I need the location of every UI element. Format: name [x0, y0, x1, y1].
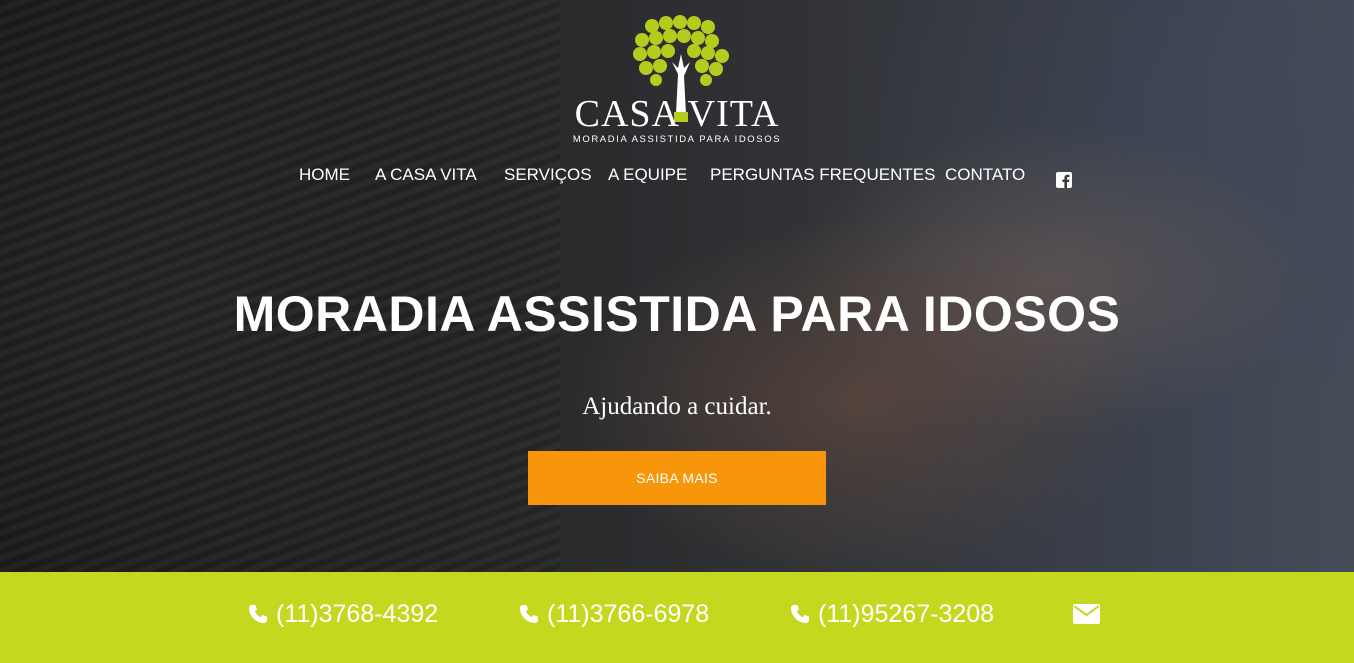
logo-tagline: MORADIA ASSISTIDA PARA IDOSOS — [572, 134, 782, 145]
nav-item-contato[interactable]: CONTATO — [945, 164, 1025, 186]
phone-number: (11)95267-3208 — [818, 600, 995, 628]
phone-number: (11)3768-4392 — [276, 600, 439, 628]
phone-icon — [791, 605, 809, 623]
logo[interactable]: CASA VITA MORADIA ASSISTIDA PARA IDOSOS — [560, 14, 794, 145]
nav-item-a-equipe[interactable]: A EQUIPE — [608, 164, 687, 186]
hero-section: CASA VITA MORADIA ASSISTIDA PARA IDOSOS … — [0, 0, 1354, 572]
phone-number: (11)3766-6978 — [547, 600, 710, 628]
contact-bar: (11)3768-4392 (11)3766-6978 (11)95267-32… — [0, 572, 1354, 663]
envelope-icon — [1073, 604, 1100, 624]
nav-item-home[interactable]: HOME — [299, 164, 350, 186]
nav-item-perguntas-frequentes[interactable]: PERGUNTAS FREQUENTES — [710, 164, 935, 186]
facebook-glyph-icon — [1062, 174, 1070, 188]
phone-icon — [520, 605, 538, 623]
saiba-mais-button[interactable]: SAIBA MAIS — [528, 451, 826, 505]
main-nav: HOME A CASA VITA SERVIÇOS A EQUIPE PERGU… — [0, 164, 1354, 188]
nav-item-servicos[interactable]: SERVIÇOS — [504, 164, 592, 186]
email-link[interactable] — [1073, 604, 1100, 624]
nav-item-a-casa-vita[interactable]: A CASA VITA — [375, 164, 477, 186]
phone-icon — [249, 605, 267, 623]
hero-headline: MORADIA ASSISTIDA PARA IDOSOS — [233, 286, 1121, 342]
hero-subheadline: Ajudando a cuidar. — [582, 393, 772, 420]
facebook-icon[interactable] — [1056, 172, 1072, 188]
logo-name: CASA VITA — [574, 93, 780, 135]
